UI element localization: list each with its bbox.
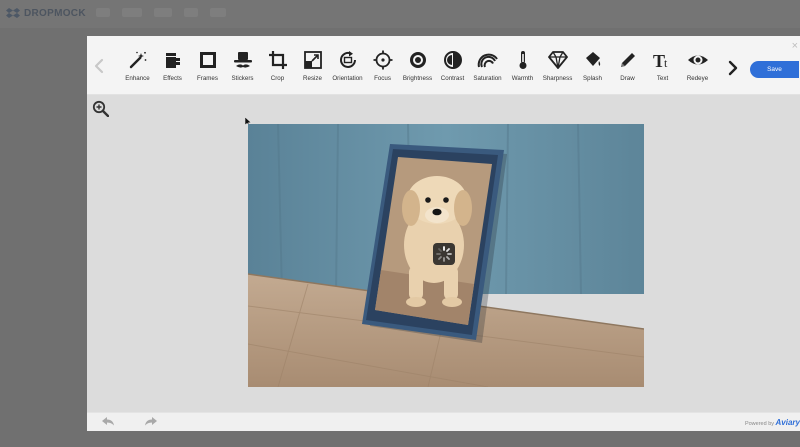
crop-icon [267,49,289,71]
zoom-in-icon[interactable] [92,100,109,117]
resize-icon [302,49,324,71]
edited-photo[interactable] [248,124,644,387]
close-icon[interactable]: × [792,40,798,52]
eye-icon [687,49,709,71]
app-logo: DROPMOCK [6,6,86,20]
tool-effects[interactable]: Effects [155,42,190,82]
hat-mustache-icon [232,49,254,71]
sun-icon [407,49,429,71]
tool-warmth[interactable]: Warmth [505,42,540,82]
tool-label: Warmth [511,75,534,82]
tool-label: Brightness [402,75,433,82]
thermometer-icon [512,49,534,71]
bg-nav-item [154,8,172,17]
tool-label: Splash [583,75,602,82]
tool-contrast[interactable]: Contrast [435,42,470,82]
tool-label: Saturation [473,75,502,82]
tool-orientation[interactable]: Orientation [330,42,365,82]
contrast-icon [442,49,464,71]
tool-frames[interactable]: Frames [190,42,225,82]
chevron-left-icon[interactable] [93,58,105,74]
tool-draw[interactable]: Draw [610,42,645,82]
svg-text:t: t [664,56,668,70]
tool-brightness[interactable]: Brightness [400,42,435,82]
brand-name: DROPMOCK [24,7,86,19]
tool-text[interactable]: Tt Text [645,42,680,82]
tool-label: Sharpness [542,75,573,82]
magic-wand-icon [127,49,149,71]
tool-redeye[interactable]: Redeye [680,42,715,82]
chevron-right-icon[interactable] [727,60,739,76]
tool-crop[interactable]: Crop [260,42,295,82]
tool-label: Crop [270,75,285,82]
tool-enhance[interactable]: Enhance [120,42,155,82]
bg-nav-item [184,8,198,17]
tool-label: Text [656,75,669,82]
tool-focus[interactable]: Focus [365,42,400,82]
focus-crosshair-icon [372,49,394,71]
aviary-logo: Aviary [775,418,800,427]
saturation-icon [477,49,499,71]
photo-editor-modal: × Enhance Effects Frames Stickers Crop R… [87,36,800,431]
tool-sharpness[interactable]: Sharpness [540,42,575,82]
tool-resize[interactable]: Resize [295,42,330,82]
diamond-icon [547,49,569,71]
background-nav [96,8,226,17]
tool-list: Enhance Effects Frames Stickers Crop Res… [120,42,715,82]
tool-saturation[interactable]: Saturation [470,42,505,82]
tool-splash[interactable]: Splash [575,42,610,82]
loading-spinner-icon [433,243,455,265]
bg-nav-item [96,8,110,17]
bg-nav-item [122,8,142,17]
background-topbar: DROPMOCK [0,0,800,28]
editor-toolbar: × Enhance Effects Frames Stickers Crop R… [87,36,800,95]
text-icon: Tt [652,49,674,71]
undo-icon[interactable] [101,416,115,427]
rotate-icon [337,49,359,71]
tool-label: Effects [163,75,182,82]
tool-label: Resize [303,75,322,82]
dropbox-logo-icon [6,8,20,18]
effects-cup-icon [162,49,184,71]
paint-bucket-icon [582,49,604,71]
editor-canvas [87,95,800,413]
tool-label: Contrast [440,75,465,82]
tool-label: Orientation [332,75,363,82]
tool-label: Enhance [125,75,150,82]
powered-by: Powered by Aviary [745,418,800,427]
save-button[interactable]: Save [750,61,799,78]
bg-nav-item [210,8,226,17]
tool-label: Stickers [231,75,254,82]
powered-by-label: Powered by [744,421,774,427]
redo-icon[interactable] [144,416,158,427]
tool-stickers[interactable]: Stickers [225,42,260,82]
tool-label: Draw [620,75,635,82]
frame-icon [197,49,219,71]
tool-label: Frames [197,75,218,82]
tool-label: Focus [374,75,391,82]
tool-label: Redeye [686,75,709,82]
editor-bottom-bar: Powered by Aviary [87,412,800,431]
pencil-icon [617,49,639,71]
